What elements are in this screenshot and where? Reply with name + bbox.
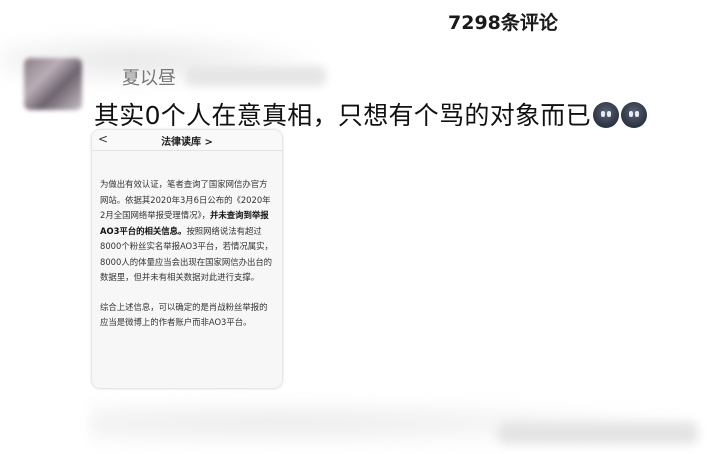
- screenshot-paragraph-2: 综合上述信息，可以确定的是肖战粉丝举报的应当是微博上的作者账户而非AO3平台。: [100, 301, 268, 328]
- comment-text: 其实0个人在意真相，只想有个骂的对象而已: [94, 96, 647, 132]
- dark-face-emoji-icon: [592, 102, 619, 128]
- avatar[interactable]: [24, 58, 82, 110]
- dark-face-emoji-icon: [620, 102, 647, 128]
- comment-body: 其实0个人在意真相，只想有个骂的对象而已: [94, 101, 591, 130]
- username-redaction: [186, 66, 326, 86]
- screenshot-paragraph-1: 为做出有效认证，笔者查询了国家网信办官方网站。依据其2020年3月6日公布的《2…: [100, 177, 274, 286]
- screenshot-title: 法律读库 >: [161, 137, 213, 148]
- screenshot-body: 为做出有效认证，笔者查询了国家网信办官方网站。依据其2020年3月6日公布的《2…: [92, 151, 282, 331]
- attached-screenshot[interactable]: < 法律读库 > 为做出有效认证，笔者查询了国家网信办官方网站。依据其2020年…: [92, 130, 282, 388]
- blurred-watermark: [498, 422, 698, 444]
- comment-count: 7298条评论: [448, 12, 558, 34]
- username[interactable]: 夏以昼: [122, 64, 176, 90]
- screenshot-header: < 法律读库 >: [92, 130, 282, 151]
